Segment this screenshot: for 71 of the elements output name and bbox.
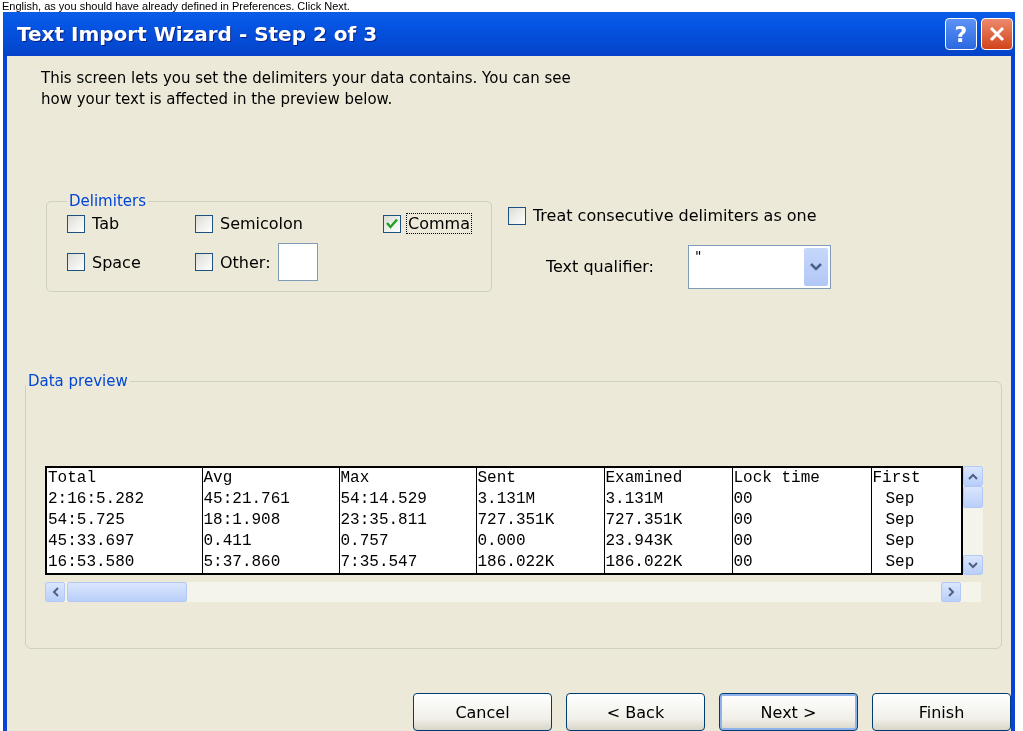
checkbox-label: Semicolon bbox=[219, 214, 304, 233]
table-cell: 0.000 bbox=[476, 531, 604, 552]
table-cell: 186.022K bbox=[476, 552, 604, 574]
table-cell: 0.411 bbox=[202, 531, 339, 552]
table-cell: Examined bbox=[604, 467, 732, 489]
table-cell: Sep bbox=[871, 531, 962, 552]
instruction-text: This screen lets you set the delimiters your data contains. You can see how your text is affected in the preview below. bbox=[41, 68, 572, 110]
table-cell: 45:33.697 bbox=[46, 531, 202, 552]
vertical-scrollbar[interactable] bbox=[963, 466, 983, 575]
scroll-thumb[interactable] bbox=[67, 582, 187, 602]
table-cell: 186.022K bbox=[604, 552, 732, 574]
checkbox[interactable] bbox=[67, 214, 85, 233]
page-text: English, as you should have already defined in Preferences. Click Next. bbox=[2, 0, 350, 12]
close-icon bbox=[989, 26, 1005, 42]
table-cell: 00 bbox=[732, 510, 871, 531]
scroll-thumb[interactable] bbox=[963, 486, 983, 508]
help-button[interactable]: ? bbox=[945, 18, 977, 50]
dialog-button[interactable]: Finish bbox=[872, 693, 1011, 731]
table-cell: 23.943K bbox=[604, 531, 732, 552]
checkbox-label: Space bbox=[91, 252, 142, 272]
table-cell: Max bbox=[339, 467, 476, 489]
table-cell: 727.351K bbox=[604, 510, 732, 531]
close-button[interactable] bbox=[981, 18, 1013, 50]
table-cell: 5:37.860 bbox=[202, 552, 339, 574]
checkbox[interactable] bbox=[67, 253, 85, 271]
checkbox-label: Comma bbox=[407, 214, 471, 233]
input-field[interactable] bbox=[277, 243, 318, 281]
table-cell: 00 bbox=[732, 489, 871, 510]
table-cell: Total bbox=[46, 467, 202, 489]
table-cell: First bbox=[871, 467, 962, 489]
dialog-button[interactable]: < Back bbox=[566, 693, 705, 731]
checkbox-label: Other: bbox=[219, 252, 272, 272]
dialog-button[interactable]: Cancel bbox=[413, 693, 552, 731]
scroll-down-icon[interactable] bbox=[963, 555, 983, 575]
table-cell: 00 bbox=[732, 531, 871, 552]
checkbox[interactable] bbox=[195, 253, 213, 271]
table-cell: 54:5.725 bbox=[46, 510, 202, 531]
window-title: Text Import Wizard - Step 2 of 3 bbox=[17, 22, 378, 46]
table-cell: 45:21.761 bbox=[202, 489, 339, 510]
table-cell: 0.757 bbox=[339, 531, 476, 552]
group-label: Data preview bbox=[27, 372, 129, 390]
check-icon bbox=[386, 218, 398, 229]
table-cell: 7:35.547 bbox=[339, 552, 476, 574]
checkbox[interactable] bbox=[195, 214, 213, 233]
checkbox-label: Tab bbox=[91, 214, 121, 233]
table-cell: Avg bbox=[202, 467, 339, 489]
scroll-up-icon[interactable] bbox=[963, 466, 983, 486]
table-cell: Sep bbox=[871, 510, 962, 531]
text-qualifier-dropdown[interactable]: " bbox=[688, 244, 831, 289]
table-cell: 2:16:5.282 bbox=[46, 489, 202, 510]
dialog-button[interactable]: Next > bbox=[719, 693, 858, 731]
scroll-left-icon[interactable] bbox=[45, 582, 65, 602]
table-cell: 16:53.580 bbox=[46, 552, 202, 574]
table-cell: Lock time bbox=[732, 467, 871, 489]
table-cell: 54:14.529 bbox=[339, 489, 476, 510]
checkbox-label: Treat consecutive delimiters as one bbox=[531, 206, 818, 225]
horizontal-scrollbar[interactable] bbox=[45, 582, 981, 602]
table-cell: Sep bbox=[871, 489, 962, 510]
table-cell: 3.131M bbox=[604, 489, 732, 510]
table-cell: 18:1.908 bbox=[202, 510, 339, 531]
table-cell: 00 bbox=[732, 552, 871, 574]
table-cell: 727.351K bbox=[476, 510, 604, 531]
group-label: Delimiters bbox=[68, 192, 147, 210]
scroll-right-icon[interactable] bbox=[941, 582, 961, 602]
table-cell: Sent bbox=[476, 467, 604, 489]
checkbox[interactable] bbox=[507, 206, 526, 225]
table-cell: Sep bbox=[871, 552, 962, 574]
field-label: Text qualifier: bbox=[545, 257, 654, 276]
table-cell: 3.131M bbox=[476, 489, 604, 510]
checkbox[interactable] bbox=[383, 214, 401, 233]
table-cell: 23:35.811 bbox=[339, 510, 476, 531]
